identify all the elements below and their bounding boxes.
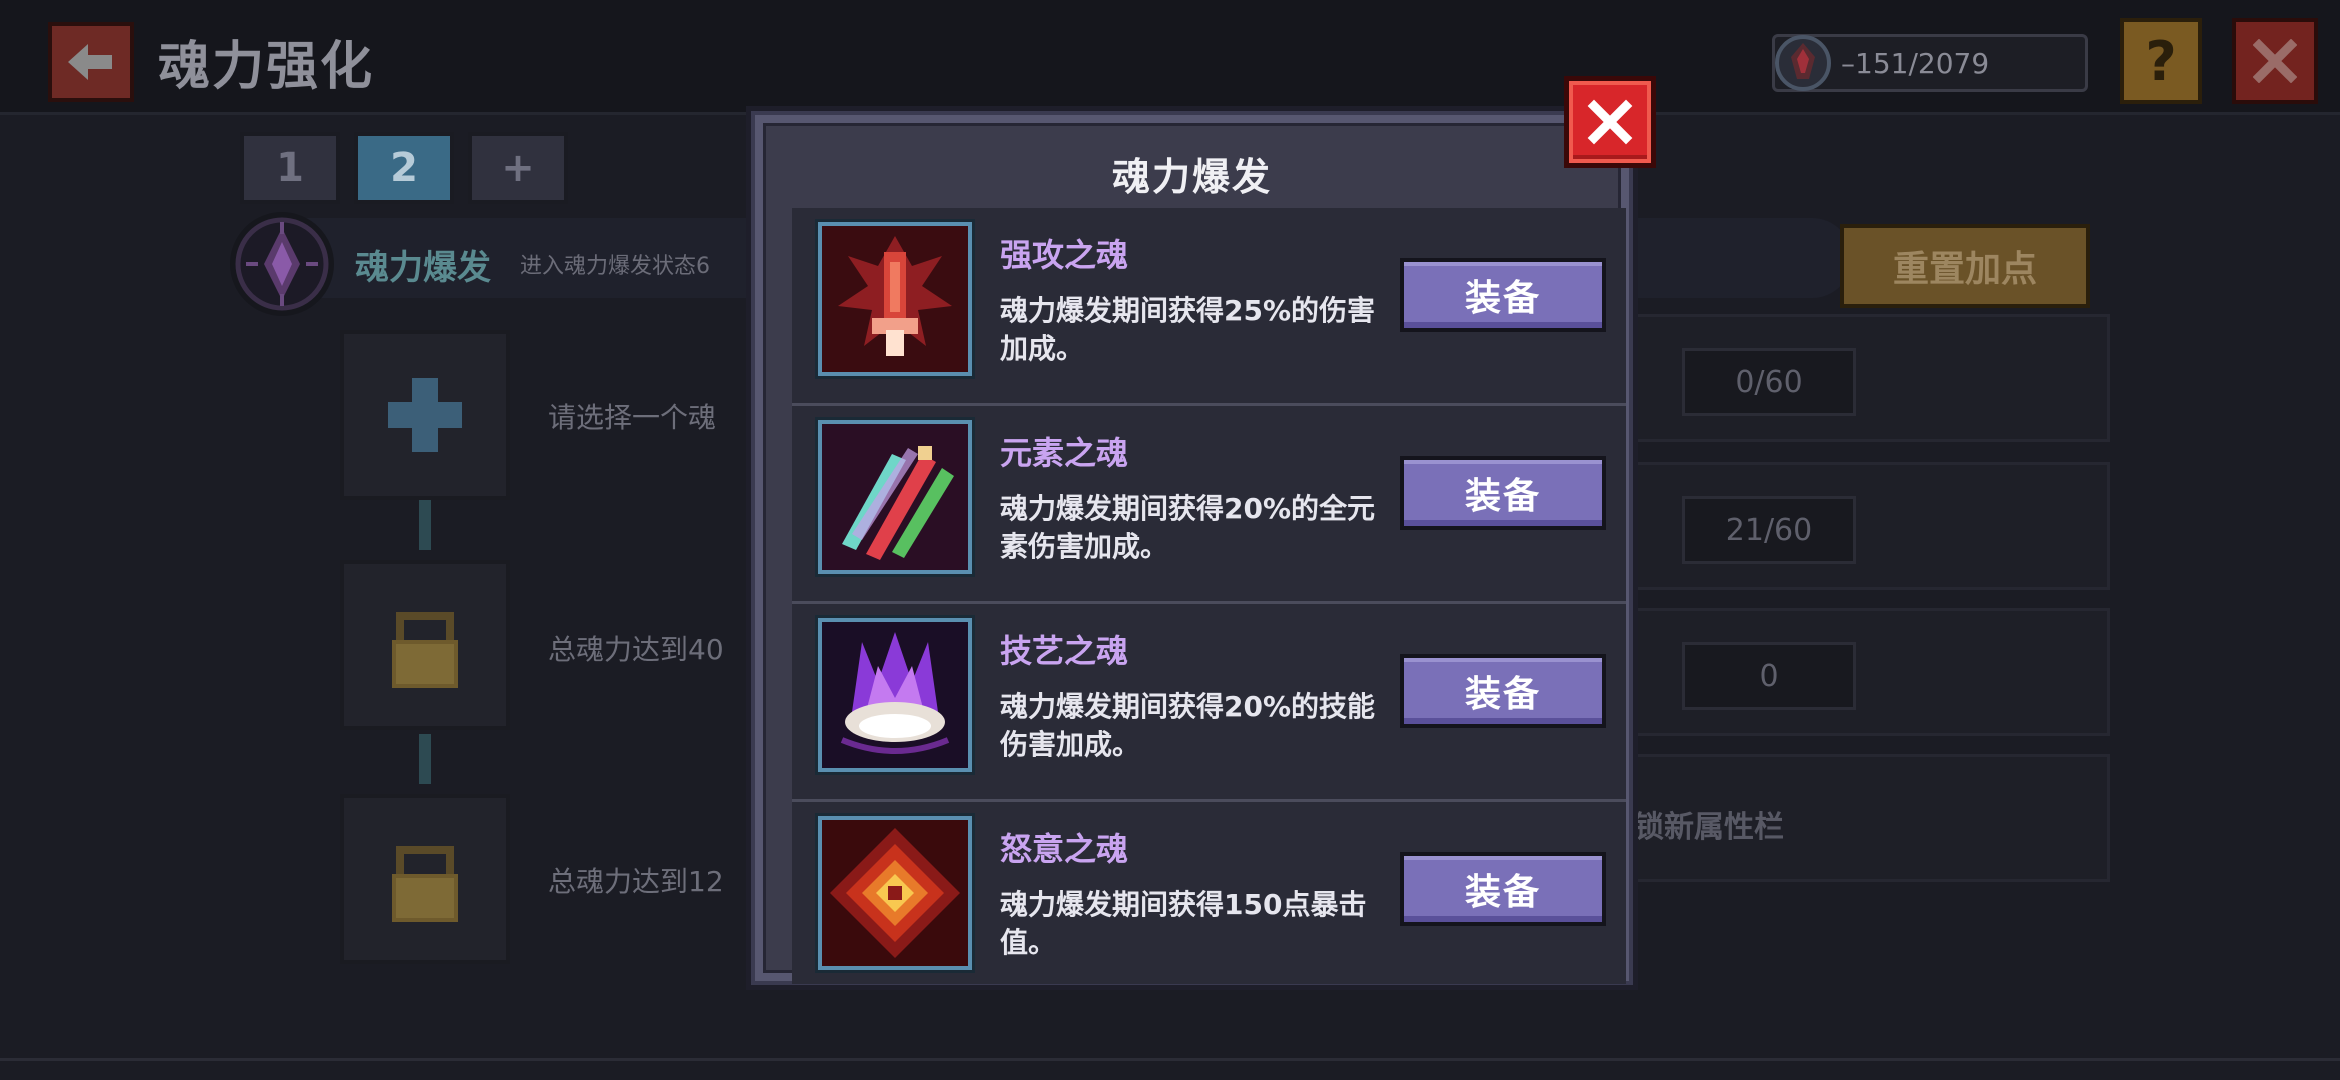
list-item: 怒意之魂 魂力爆发期间获得150点暴击值。 装备 xyxy=(792,802,1626,984)
item-icon-frame xyxy=(818,420,972,574)
tab-add[interactable]: + xyxy=(468,132,568,204)
equip-button[interactable]: 装备 xyxy=(1400,654,1606,728)
tab-1[interactable]: 1 xyxy=(240,132,340,204)
item-name: 强攻之魂 xyxy=(1000,236,1129,274)
equip-button[interactable]: 装备 xyxy=(1400,456,1606,530)
burst-name: 魂力爆发 xyxy=(355,248,491,288)
skill-soul-icon xyxy=(822,622,968,768)
element-soul-icon xyxy=(822,424,968,570)
soul-list[interactable]: 强攻之魂 魂力爆发期间获得25%的伤害加成。 装备 元素之魂 魂力爆发期间获得2… xyxy=(792,208,1626,984)
equip-button[interactable]: 装备 xyxy=(1400,258,1606,332)
back-button[interactable] xyxy=(48,22,134,102)
modal-close-button[interactable] xyxy=(1564,76,1656,168)
tab-2[interactable]: 2 xyxy=(354,132,454,204)
soul-gem-icon xyxy=(1775,35,1831,91)
list-item: 强攻之魂 魂力爆发期间获得25%的伤害加成。 装备 xyxy=(792,208,1626,406)
item-description: 魂力爆发期间获得20%的全元素伤害加成。 xyxy=(1000,492,1376,563)
soul-slot-3[interactable] xyxy=(340,794,510,964)
stat-value: 0 xyxy=(1682,642,1856,710)
back-arrow-icon xyxy=(68,44,112,80)
plus-icon xyxy=(388,378,462,452)
slot-3-text: 总魂力达到12 xyxy=(548,865,724,898)
close-icon xyxy=(2253,39,2297,83)
list-item: 技艺之魂 魂力爆发期间获得20%的技能伤害加成。 装备 xyxy=(792,604,1626,802)
bottom-divider xyxy=(0,1058,2340,1061)
currency-display: –151/2079 xyxy=(1772,34,2088,92)
item-icon-frame xyxy=(818,816,972,970)
page-title: 魂力强化 xyxy=(158,37,375,97)
page-close-button[interactable] xyxy=(2232,18,2318,104)
currency-value: –151/2079 xyxy=(1841,47,1990,80)
help-button[interactable]: ? xyxy=(2120,18,2202,104)
slot-2-text: 总魂力达到40 xyxy=(548,633,724,666)
item-icon-frame xyxy=(818,222,972,376)
soul-burst-icon xyxy=(235,217,329,311)
slot-1-text: 请选择一个魂 xyxy=(548,401,717,434)
lock-icon xyxy=(392,612,458,688)
item-description: 魂力爆发期间获得150点暴击值。 xyxy=(1000,888,1367,959)
burst-description: 进入魂力爆发状态6 xyxy=(520,254,710,279)
equip-button[interactable]: 装备 xyxy=(1400,852,1606,926)
stat-value: 0/60 xyxy=(1682,348,1856,416)
modal-title: 魂力爆发 xyxy=(1111,155,1272,199)
close-icon xyxy=(1587,99,1633,145)
lock-icon xyxy=(392,846,458,922)
item-icon-frame xyxy=(818,618,972,772)
soul-burst-modal: 魂力爆发 强攻之魂 魂力爆发期间获得25%的伤害加成。 装备 元素之魂 魂力爆发… xyxy=(746,106,1638,990)
burst-emblem[interactable] xyxy=(230,212,334,316)
modal-inner: 魂力爆发 强攻之魂 魂力爆发期间获得25%的伤害加成。 装备 元素之魂 魂力爆发… xyxy=(763,123,1626,984)
item-name: 怒意之魂 xyxy=(1000,830,1129,868)
rage-soul-icon xyxy=(822,820,968,966)
stat-value: 21/60 xyxy=(1682,496,1856,564)
item-description: 魂力爆发期间获得20%的技能伤害加成。 xyxy=(1000,690,1376,761)
slot-connector xyxy=(419,500,431,550)
reset-points-button[interactable]: 重置加点 xyxy=(1840,224,2090,308)
assault-soul-icon xyxy=(822,226,968,372)
soul-slot-2[interactable] xyxy=(340,560,510,730)
list-item: 元素之魂 魂力爆发期间获得20%的全元素伤害加成。 装备 xyxy=(792,406,1626,604)
help-icon: ? xyxy=(2145,29,2177,93)
item-name: 元素之魂 xyxy=(1000,434,1129,472)
slot-connector xyxy=(419,734,431,784)
soul-slot-1[interactable] xyxy=(340,330,510,500)
item-name: 技艺之魂 xyxy=(1000,632,1129,670)
item-description: 魂力爆发期间获得25%的伤害加成。 xyxy=(1000,294,1376,365)
unlock-new-attribute-text: 锁新属性栏 xyxy=(1634,810,1784,845)
